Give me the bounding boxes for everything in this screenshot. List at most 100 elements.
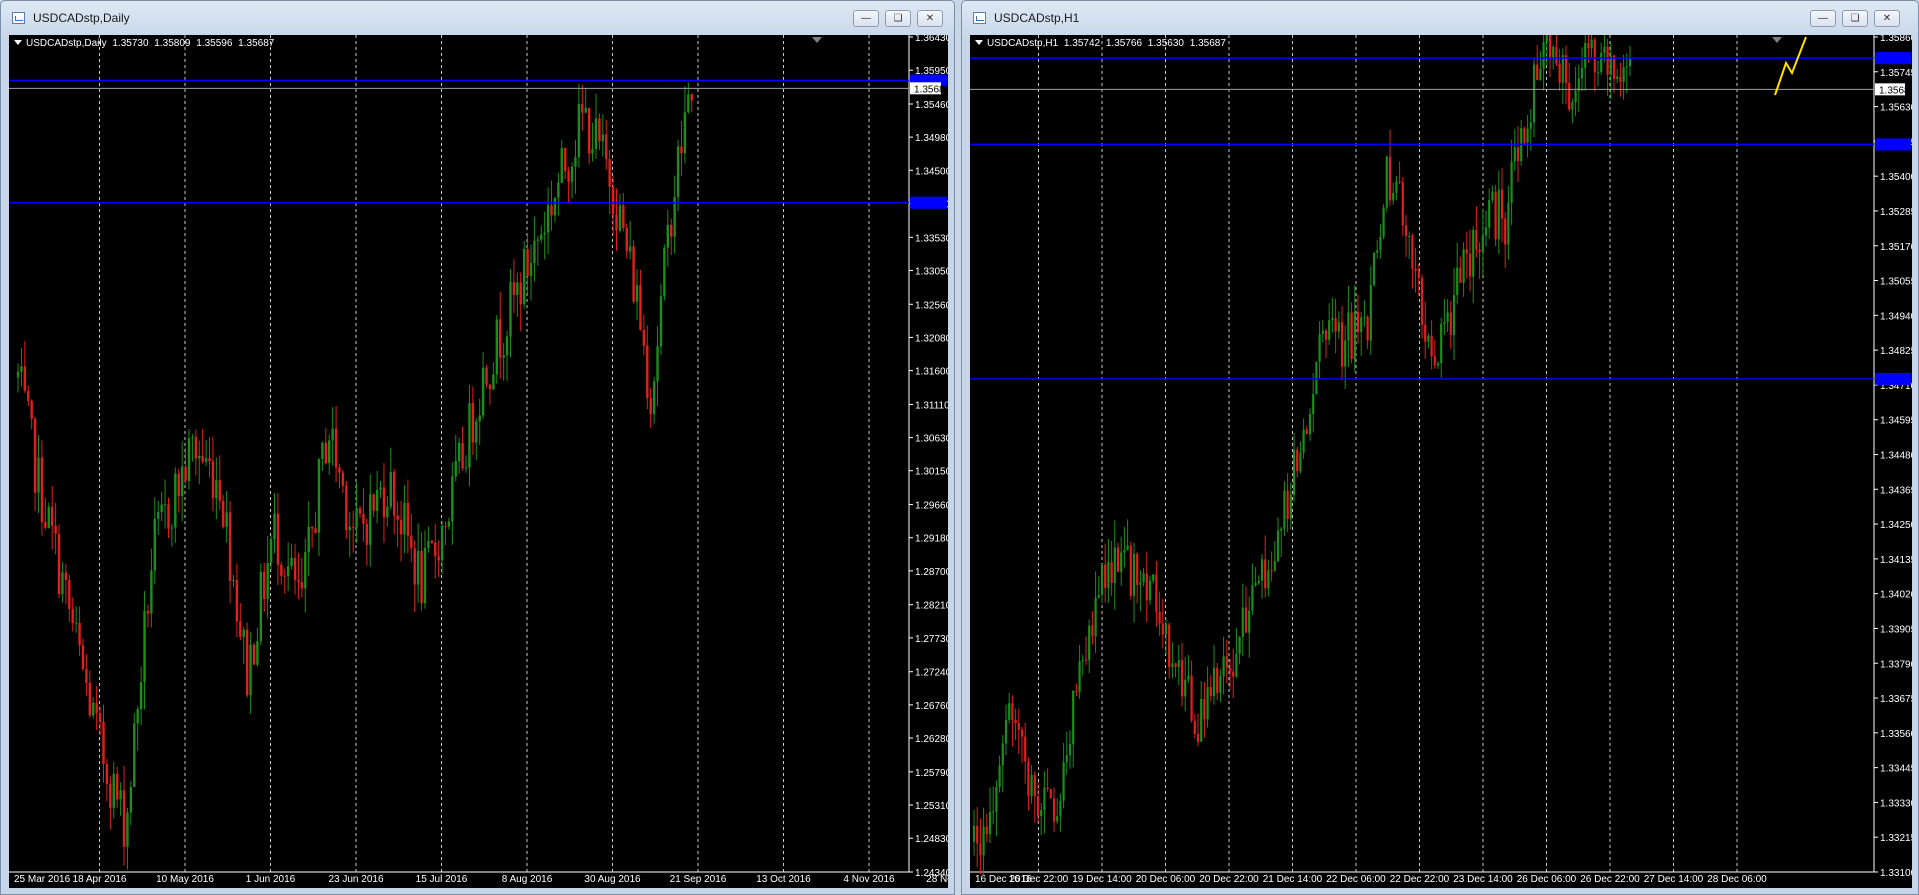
candle-up bbox=[1276, 530, 1280, 561]
candle-up bbox=[1443, 321, 1446, 325]
candle-up bbox=[1596, 72, 1600, 74]
candle-up bbox=[1177, 660, 1180, 667]
candle-up bbox=[1408, 235, 1411, 237]
candle-up bbox=[1456, 267, 1459, 296]
candle-down bbox=[211, 461, 215, 499]
chart-shift-marker[interactable] bbox=[812, 37, 822, 43]
candle-down bbox=[245, 629, 249, 696]
price-axis-label: 1.33530 bbox=[915, 233, 948, 244]
candle-up bbox=[1072, 690, 1075, 745]
maximize-button[interactable]: ❏ bbox=[885, 10, 911, 27]
candle-up bbox=[163, 504, 167, 506]
candle-down bbox=[690, 94, 693, 101]
candle-up bbox=[249, 644, 252, 696]
date-axis-label: 15 Jul 2016 bbox=[416, 874, 468, 885]
candle-down bbox=[263, 571, 266, 599]
candle-down bbox=[1244, 607, 1248, 633]
candle-up bbox=[1385, 156, 1388, 208]
candle-up bbox=[304, 552, 307, 589]
candle-down bbox=[1430, 335, 1433, 357]
candle-down bbox=[1209, 687, 1212, 697]
chart-shift-marker[interactable] bbox=[1772, 37, 1782, 43]
price-axis-label: 1.27730 bbox=[915, 634, 948, 645]
candle-down bbox=[485, 367, 488, 385]
candle-up bbox=[143, 610, 146, 683]
candle-up bbox=[1097, 594, 1100, 598]
candle-up bbox=[1171, 663, 1174, 667]
candle-down bbox=[1158, 611, 1161, 624]
price-chart[interactable]: 16 Dec 2016 16 Dec 22:00 19 Dec 14:00 20 De… bbox=[970, 35, 1912, 888]
candle-up bbox=[174, 473, 177, 528]
price-axis-label: 1.34365 bbox=[1880, 485, 1912, 496]
close-icon: ✕ bbox=[925, 13, 935, 24]
candle-down bbox=[437, 556, 440, 561]
candle-down bbox=[1548, 35, 1552, 59]
candle-up bbox=[533, 240, 536, 264]
candle-up bbox=[1344, 340, 1347, 367]
price-axis-label: 1.34480 bbox=[1880, 451, 1912, 462]
candle-down bbox=[1036, 796, 1040, 817]
candle-down bbox=[382, 487, 386, 518]
candle-up bbox=[457, 442, 461, 462]
candle-down bbox=[1555, 47, 1558, 64]
candle-down bbox=[228, 512, 232, 581]
candle-up bbox=[1318, 334, 1321, 362]
candle-up bbox=[1580, 68, 1584, 79]
date-axis-label: 23 Dec 14:00 bbox=[1453, 874, 1513, 885]
candle-up bbox=[481, 367, 485, 416]
candle-down bbox=[1136, 553, 1139, 585]
dropdown-triangle-icon[interactable] bbox=[14, 40, 22, 45]
candle-down bbox=[1270, 570, 1273, 572]
chart-canvas[interactable]: 16 Dec 201616 Dec 22:00 19 Dec 14:00 20 De… bbox=[970, 35, 1912, 888]
candle-up bbox=[119, 790, 122, 800]
price-axis-label: 1.28210 bbox=[915, 601, 948, 612]
chart-window-h1[interactable]: USDCADstp,H1 — ❏ ✕ 16 Dec 2016 16 Dec 22:… bbox=[961, 0, 1919, 895]
candle-up bbox=[1328, 320, 1331, 340]
window-titlebar[interactable]: USDCADstp,H1 — ❏ ✕ bbox=[962, 1, 1918, 35]
chart-window-daily[interactable]: USDCADstp,Daily — ❏ ✕ 25 Mar 2016 18 Apr … bbox=[0, 0, 955, 895]
candle-down bbox=[406, 502, 410, 536]
price-axis-label: 1.33790 bbox=[1880, 659, 1912, 670]
candle-up bbox=[1513, 147, 1516, 162]
minimize-button[interactable]: — bbox=[1810, 10, 1836, 27]
price-chart[interactable]: 25 Mar 2016 18 Apr 2016 10 May 2016 1 Jun 2… bbox=[9, 35, 948, 888]
chart-window-icon bbox=[12, 12, 25, 24]
candle-up bbox=[1094, 597, 1097, 637]
price-axis-label: 1.34595 bbox=[1880, 416, 1912, 427]
candle-up bbox=[286, 566, 290, 577]
candle-up bbox=[543, 232, 546, 235]
candle-down bbox=[1366, 316, 1369, 341]
dropdown-triangle-icon[interactable] bbox=[975, 40, 983, 45]
candle-up bbox=[1219, 676, 1222, 694]
candle-up bbox=[1062, 762, 1065, 801]
close-button[interactable]: ✕ bbox=[1874, 10, 1900, 27]
candle-up bbox=[492, 374, 495, 390]
candle-up bbox=[659, 296, 663, 347]
candle-down bbox=[526, 249, 529, 276]
candle-down bbox=[1049, 789, 1052, 799]
date-axis-label: 13 Oct 2016 bbox=[756, 874, 811, 885]
candle-up bbox=[61, 572, 64, 594]
chart-canvas[interactable]: 25 Mar 2016 18 Apr 2016 10 May 2016 1 Jun 2… bbox=[9, 35, 948, 888]
candle-up bbox=[423, 547, 427, 604]
candle-up bbox=[1526, 128, 1529, 143]
minimize-button[interactable]: — bbox=[853, 10, 879, 27]
candle-up bbox=[232, 580, 235, 582]
candle-down bbox=[399, 519, 403, 535]
candle-down bbox=[122, 790, 126, 847]
close-button[interactable]: ✕ bbox=[917, 10, 943, 27]
candle-up bbox=[478, 415, 481, 422]
window-titlebar[interactable]: USDCADstp,Daily — ❏ ✕ bbox=[1, 1, 954, 35]
candle-down bbox=[642, 329, 646, 346]
maximize-button[interactable]: ❏ bbox=[1842, 10, 1868, 27]
candle-up bbox=[577, 104, 581, 158]
candle-down bbox=[1500, 189, 1504, 219]
price-axis-label: 1.33905 bbox=[1880, 624, 1912, 635]
candle-up bbox=[170, 527, 174, 529]
candle-up bbox=[1510, 161, 1513, 203]
candle-down bbox=[625, 227, 628, 252]
candle-up bbox=[1360, 317, 1363, 333]
candle-up bbox=[416, 550, 420, 585]
date-axis-label: 1 Jun 2016 bbox=[246, 874, 296, 885]
forecast-zigzag[interactable] bbox=[1774, 36, 1807, 96]
